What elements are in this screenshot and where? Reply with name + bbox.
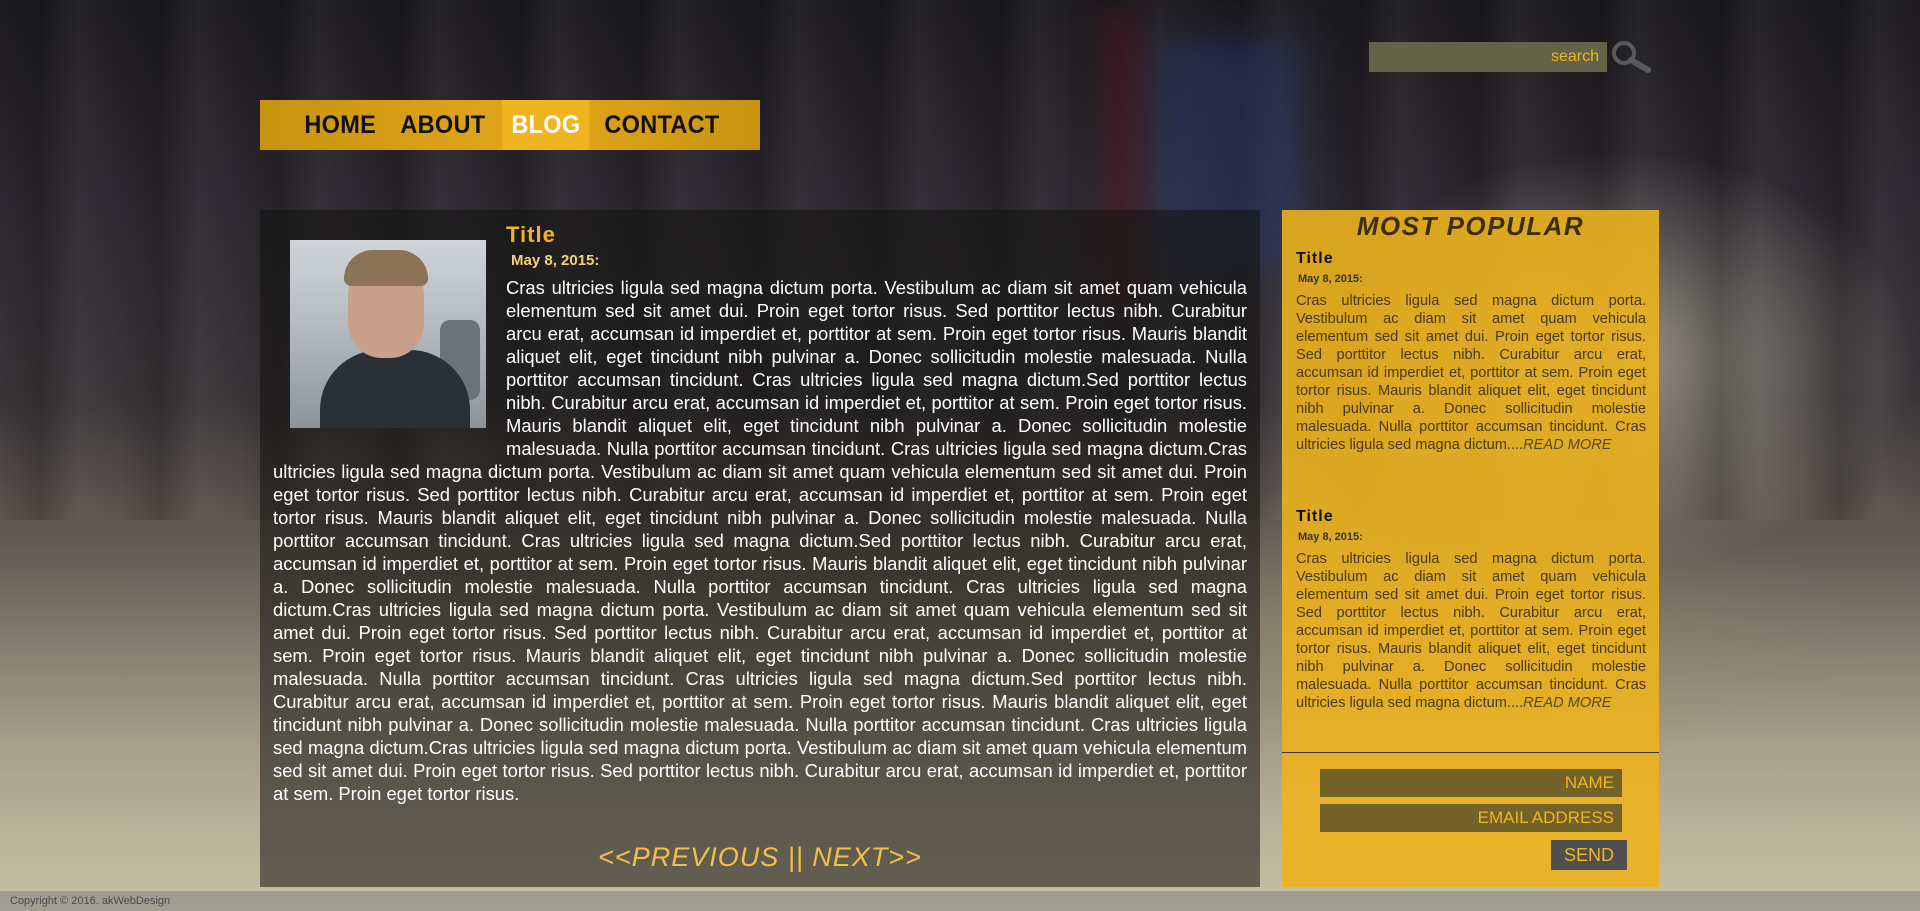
footer: Copyright © 2016. akWebDesign [0, 891, 1920, 911]
popular-item-excerpt: Cras ultricies ligula sed magna dictum p… [1296, 550, 1646, 712]
pager: <<PREVIOUS || NEXT>> [260, 842, 1260, 873]
sidebar-heading: MOST POPULAR [1356, 211, 1585, 241]
popular-item-title[interactable]: Title [1296, 508, 1646, 526]
nav-contact[interactable]: CONTACT [595, 100, 729, 150]
search-input[interactable] [1369, 42, 1607, 72]
main-nav: HOME ABOUT BLOG CONTACT [260, 100, 760, 150]
previous-link[interactable]: <<PREVIOUS [598, 842, 779, 872]
search-bar [1369, 40, 1654, 74]
pager-separator: || [787, 842, 804, 872]
nav-about[interactable]: ABOUT [391, 100, 495, 150]
popular-item-date: May 8, 2015: [1298, 531, 1363, 543]
popular-item-date: May 8, 2015: [1298, 273, 1363, 285]
copyright-text: Copyright © 2016. akWebDesign [10, 895, 171, 907]
popular-item-text: Cras ultricies ligula sed magna dictum p… [1296, 293, 1646, 453]
popular-item: Title May 8, 2015: Cras ultricies ligula… [1296, 508, 1646, 712]
post-body: Cras ultricies ligula sed magna dictum p… [273, 276, 1247, 805]
read-more-link[interactable]: READ MORE [1523, 437, 1611, 453]
popular-item-text: Cras ultricies ligula sed magna dictum p… [1296, 551, 1646, 711]
search-icon[interactable] [1610, 40, 1654, 74]
most-popular-sidebar: MOST POPULAR Title May 8, 2015: Cras ult… [1282, 210, 1659, 887]
blog-post: Title May 8, 2015: Cras ultricies ligula… [260, 210, 1260, 887]
nav-home[interactable]: HOME [295, 100, 385, 150]
send-button[interactable]: SEND [1551, 840, 1627, 870]
photo-float-spacer [273, 276, 506, 460]
name-field[interactable] [1320, 769, 1622, 797]
post-date: May 8, 2015: [511, 252, 600, 269]
popular-item-title[interactable]: Title [1296, 250, 1646, 268]
popular-item-excerpt: Cras ultricies ligula sed magna dictum p… [1296, 292, 1646, 454]
next-link[interactable]: NEXT>> [812, 842, 922, 872]
email-field[interactable] [1320, 804, 1622, 832]
nav-blog[interactable]: BLOG [501, 100, 590, 150]
post-title: Title [506, 222, 556, 247]
read-more-link[interactable]: READ MORE [1523, 695, 1611, 711]
sidebar-divider [1282, 752, 1659, 753]
popular-item: Title May 8, 2015: Cras ultricies ligula… [1296, 250, 1646, 454]
